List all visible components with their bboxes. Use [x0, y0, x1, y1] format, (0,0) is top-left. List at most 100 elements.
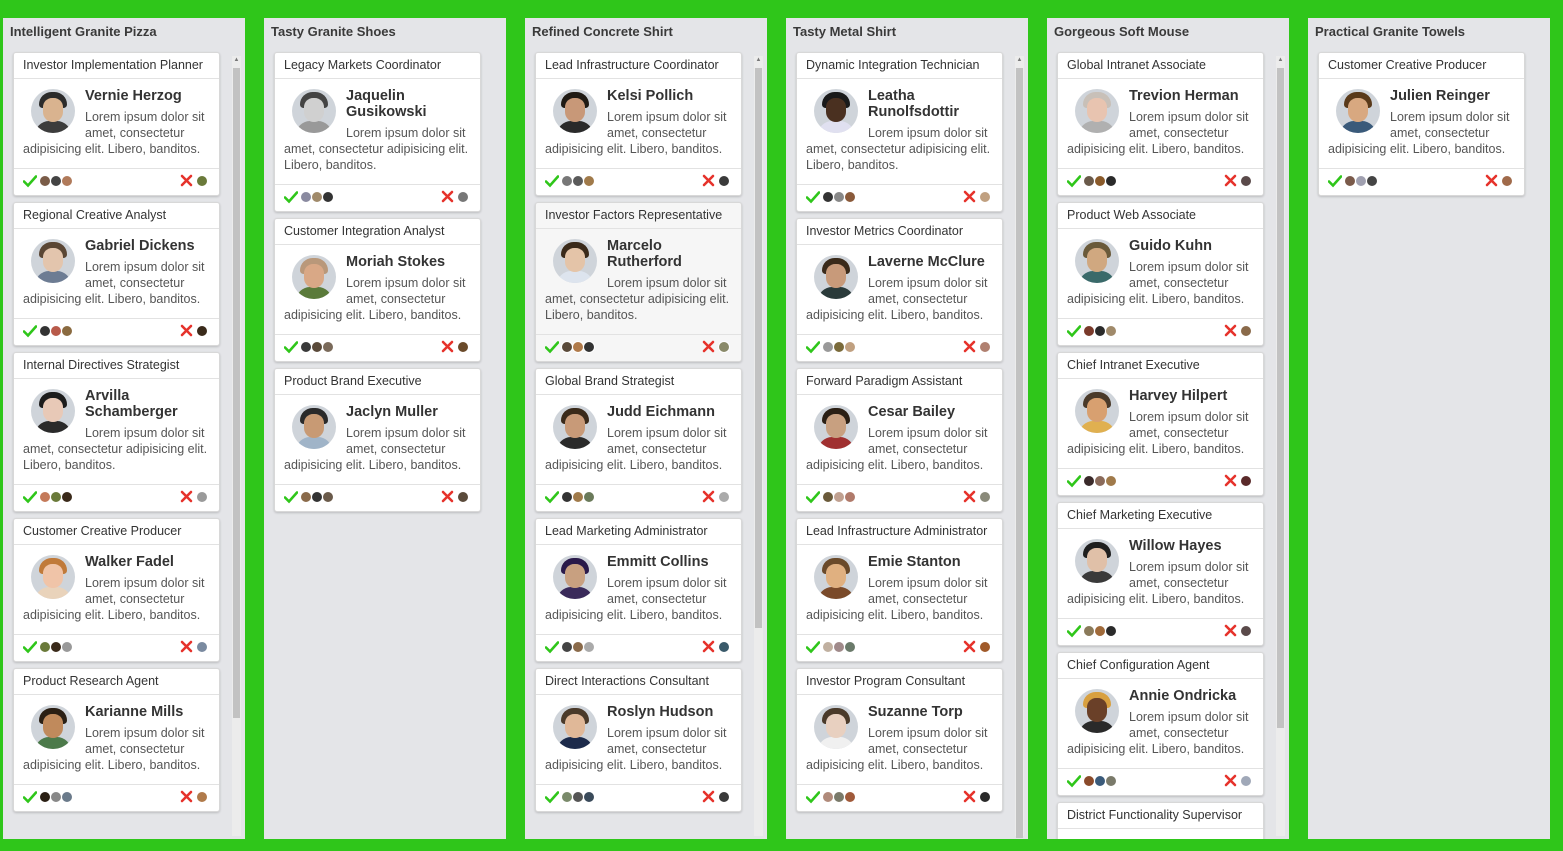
person-card[interactable]: Legacy Markets Coordinator Jaquelin Gusik… — [274, 52, 481, 212]
approve-icon[interactable] — [1067, 324, 1081, 338]
scroll-thumb[interactable] — [233, 68, 240, 718]
person-card[interactable]: Internal Directives Strategist Arvilla Sc… — [13, 352, 220, 512]
approve-icon[interactable] — [545, 340, 559, 354]
approver-avatar[interactable] — [844, 791, 856, 803]
person-card[interactable]: Chief Intranet Executive Harvey Hilpert Lo… — [1057, 352, 1264, 496]
rejecter-avatar[interactable] — [196, 491, 208, 503]
approver-avatar[interactable] — [61, 491, 73, 503]
rejecter-avatar[interactable] — [718, 641, 730, 653]
scroll-thumb[interactable] — [1016, 68, 1023, 838]
person-card[interactable]: Global Intranet Associate Trevion Herman L… — [1057, 52, 1264, 196]
reject-icon[interactable] — [702, 790, 715, 803]
approver-avatar[interactable] — [583, 341, 595, 353]
approve-icon[interactable] — [284, 490, 298, 504]
approve-icon[interactable] — [545, 790, 559, 804]
rejecter-avatar[interactable] — [979, 641, 991, 653]
rejecter-avatar[interactable] — [1240, 775, 1252, 787]
person-card[interactable]: Global Brand Strategist Judd Eichmann Lore… — [535, 368, 742, 512]
rejecter-avatar[interactable] — [1240, 175, 1252, 187]
rejecter-avatar[interactable] — [718, 341, 730, 353]
reject-icon[interactable] — [1224, 174, 1237, 187]
person-card[interactable]: Investor Factors Representative Marcelo R… — [535, 202, 742, 362]
rejecter-avatar[interactable] — [718, 491, 730, 503]
rejecter-avatar[interactable] — [196, 175, 208, 187]
person-card[interactable]: Regional Creative Analyst Gabriel Dickens… — [13, 202, 220, 346]
rejecter-avatar[interactable] — [1240, 625, 1252, 637]
approver-avatar[interactable] — [583, 791, 595, 803]
reject-icon[interactable] — [963, 790, 976, 803]
approver-avatar[interactable] — [1105, 625, 1117, 637]
approver-avatar[interactable] — [61, 791, 73, 803]
reject-icon[interactable] — [1224, 324, 1237, 337]
approver-avatar[interactable] — [844, 641, 856, 653]
approver-avatar[interactable] — [322, 491, 334, 503]
reject-icon[interactable] — [441, 340, 454, 353]
person-card[interactable]: Lead Marketing Administrator Emmitt Colli… — [535, 518, 742, 662]
person-card[interactable]: Investor Metrics Coordinator Laverne McCl… — [796, 218, 1003, 362]
column-scrollbar[interactable]: ▲ — [232, 56, 241, 836]
reject-icon[interactable] — [1485, 174, 1498, 187]
reject-icon[interactable] — [1224, 624, 1237, 637]
approve-icon[interactable] — [545, 490, 559, 504]
reject-icon[interactable] — [180, 174, 193, 187]
reject-icon[interactable] — [441, 490, 454, 503]
reject-icon[interactable] — [702, 640, 715, 653]
reject-icon[interactable] — [963, 190, 976, 203]
scroll-thumb[interactable] — [1277, 68, 1284, 728]
person-card[interactable]: Customer Creative Producer Julien Reinger… — [1318, 52, 1525, 196]
approver-avatar[interactable] — [844, 191, 856, 203]
approve-icon[interactable] — [545, 174, 559, 188]
rejecter-avatar[interactable] — [196, 641, 208, 653]
reject-icon[interactable] — [1224, 474, 1237, 487]
approver-avatar[interactable] — [61, 325, 73, 337]
reject-icon[interactable] — [702, 490, 715, 503]
approve-icon[interactable] — [1067, 174, 1081, 188]
approver-avatar[interactable] — [1105, 775, 1117, 787]
person-card[interactable]: Product Research Agent Karianne Mills Lore… — [13, 668, 220, 812]
approve-icon[interactable] — [23, 490, 37, 504]
person-card[interactable]: Direct Interactions Consultant Roslyn Hud… — [535, 668, 742, 812]
person-card[interactable]: District Functionality Supervisor — [1057, 802, 1264, 839]
rejecter-avatar[interactable] — [457, 491, 469, 503]
approver-avatar[interactable] — [1105, 175, 1117, 187]
person-card[interactable]: Dynamic Integration Technician Leatha Run… — [796, 52, 1003, 212]
approver-avatar[interactable] — [844, 341, 856, 353]
rejecter-avatar[interactable] — [196, 791, 208, 803]
approve-icon[interactable] — [284, 190, 298, 204]
approver-avatar[interactable] — [322, 341, 334, 353]
approver-avatar[interactable] — [1105, 325, 1117, 337]
rejecter-avatar[interactable] — [1240, 325, 1252, 337]
person-card[interactable]: Product Web Associate Guido Kuhn Lorem ips… — [1057, 202, 1264, 346]
approve-icon[interactable] — [23, 640, 37, 654]
reject-icon[interactable] — [180, 490, 193, 503]
column-scrollbar[interactable]: ▲ — [1276, 56, 1285, 836]
scroll-up-arrow[interactable]: ▲ — [232, 56, 241, 64]
reject-icon[interactable] — [702, 174, 715, 187]
reject-icon[interactable] — [441, 190, 454, 203]
person-card[interactable]: Customer Integration Analyst Moriah Stoke… — [274, 218, 481, 362]
reject-icon[interactable] — [963, 340, 976, 353]
approve-icon[interactable] — [284, 340, 298, 354]
rejecter-avatar[interactable] — [718, 175, 730, 187]
rejecter-avatar[interactable] — [457, 341, 469, 353]
rejecter-avatar[interactable] — [1240, 475, 1252, 487]
person-card[interactable]: Chief Configuration Agent Annie Ondricka L… — [1057, 652, 1264, 796]
approve-icon[interactable] — [1067, 624, 1081, 638]
person-card[interactable]: Investor Implementation Planner Vernie He… — [13, 52, 220, 196]
approver-avatar[interactable] — [1366, 175, 1378, 187]
column-scrollbar[interactable]: ▲ — [1015, 56, 1024, 838]
approve-icon[interactable] — [545, 640, 559, 654]
approve-icon[interactable] — [23, 324, 37, 338]
rejecter-avatar[interactable] — [979, 491, 991, 503]
reject-icon[interactable] — [702, 340, 715, 353]
approve-icon[interactable] — [1067, 774, 1081, 788]
scroll-up-arrow[interactable]: ▲ — [754, 56, 763, 64]
scroll-thumb[interactable] — [755, 68, 762, 628]
approver-avatar[interactable] — [583, 175, 595, 187]
rejecter-avatar[interactable] — [718, 791, 730, 803]
approver-avatar[interactable] — [322, 191, 334, 203]
approver-avatar[interactable] — [1105, 475, 1117, 487]
reject-icon[interactable] — [180, 790, 193, 803]
approve-icon[interactable] — [23, 174, 37, 188]
approve-icon[interactable] — [806, 340, 820, 354]
